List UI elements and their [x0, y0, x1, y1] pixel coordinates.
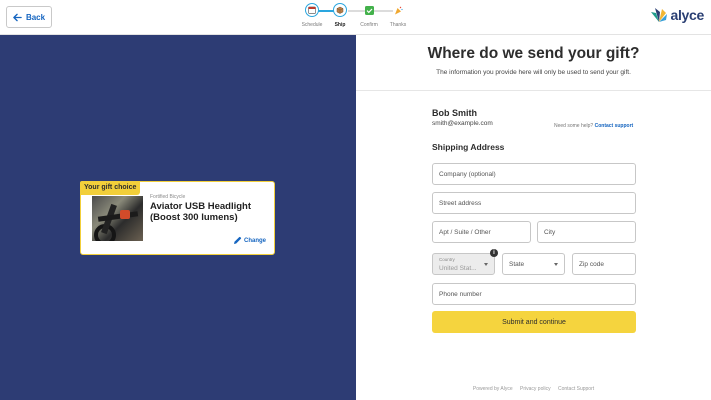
gift-title: Aviator USB Headlight (Boost 300 lumens)	[150, 201, 251, 223]
help-label: Need some help?	[554, 123, 594, 129]
powered-by-link[interactable]: Powered by Alyce	[473, 386, 513, 392]
company-placeholder: Company (optional)	[439, 170, 496, 178]
info-icon[interactable]: i	[490, 249, 498, 257]
shipping-address-heading: Shipping Address	[432, 142, 505, 152]
logo-text: alyce	[670, 7, 704, 23]
step-label: Thanks	[389, 22, 407, 28]
gift-choice-card: Your gift choice Fortified Bicycle Aviat…	[80, 181, 275, 255]
step-label: Ship	[334, 22, 346, 28]
step-label: Schedule	[301, 22, 323, 28]
state-select[interactable]: State	[502, 253, 565, 275]
page-title: Where do we send your gift?	[427, 45, 640, 62]
country-value: United Stat...	[439, 265, 477, 272]
chevron-down-icon	[554, 263, 558, 266]
submit-and-continue-button[interactable]: Submit and continue	[432, 311, 636, 333]
gift-product-image	[92, 196, 143, 241]
back-label: Back	[25, 12, 46, 22]
apt-placeholder: Apt / Suite / Other	[439, 228, 491, 236]
recipient-email: smith@example.com	[432, 120, 493, 127]
company-field[interactable]: Company (optional)	[432, 163, 636, 185]
phone-placeholder: Phone number	[439, 290, 482, 298]
chevron-down-icon	[484, 263, 488, 266]
footer: Powered by Alyce Privacy policy Contact …	[356, 386, 711, 392]
state-placeholder: State	[509, 260, 525, 268]
step-label: Confirm	[360, 22, 378, 28]
step-thanks: Thanks	[383, 2, 413, 28]
city-placeholder: City	[544, 228, 556, 236]
privacy-policy-link[interactable]: Privacy policy	[520, 386, 551, 392]
country-select[interactable]: Country United Stat...	[432, 253, 495, 275]
form-header: Where do we send your gift? The informat…	[356, 35, 711, 91]
calendar-icon	[308, 6, 316, 14]
progress-stepper: Schedule Ship Confirm Thanks	[297, 2, 412, 32]
step-confirm: Confirm	[354, 2, 384, 28]
street-address-field[interactable]: Street address	[432, 192, 636, 214]
zip-code-field[interactable]: Zip code	[572, 253, 636, 275]
apt-suite-field[interactable]: Apt / Suite / Other	[432, 221, 531, 243]
party-icon	[394, 6, 403, 14]
change-label: Change	[243, 237, 266, 244]
page-subtitle: The information you provide here will on…	[436, 69, 631, 76]
step-schedule: Schedule	[297, 2, 327, 28]
check-icon	[364, 5, 374, 15]
gift-panel: Your gift choice Fortified Bicycle Aviat…	[0, 35, 356, 400]
recipient-name: Bob Smith	[432, 108, 477, 118]
city-field[interactable]: City	[537, 221, 636, 243]
arrow-left-icon	[13, 13, 22, 21]
country-label: Country	[439, 257, 455, 262]
top-header: Back Schedule Ship Confirm Thanks alyce	[0, 0, 711, 35]
alyce-logo-mark-icon	[651, 8, 668, 22]
contact-support-link[interactable]: Contact support	[595, 123, 634, 129]
change-gift-button[interactable]: Change	[233, 236, 266, 245]
contact-support-footer-link[interactable]: Contact Support	[558, 386, 594, 392]
zip-placeholder: Zip code	[579, 260, 604, 268]
pencil-icon	[233, 236, 242, 244]
street-placeholder: Street address	[439, 199, 482, 207]
back-button[interactable]: Back	[6, 6, 52, 28]
phone-number-field[interactable]: Phone number	[432, 283, 636, 305]
help-text: Need some help? Contact support	[554, 123, 633, 129]
box-icon	[336, 6, 344, 14]
gift-choice-tag: Your gift choice	[80, 181, 141, 195]
alyce-logo: alyce	[650, 7, 704, 23]
step-ship: Ship	[325, 2, 355, 28]
shipping-panel: Where do we send your gift? The informat…	[356, 35, 711, 400]
gift-brand: Fortified Bicycle	[150, 194, 186, 200]
